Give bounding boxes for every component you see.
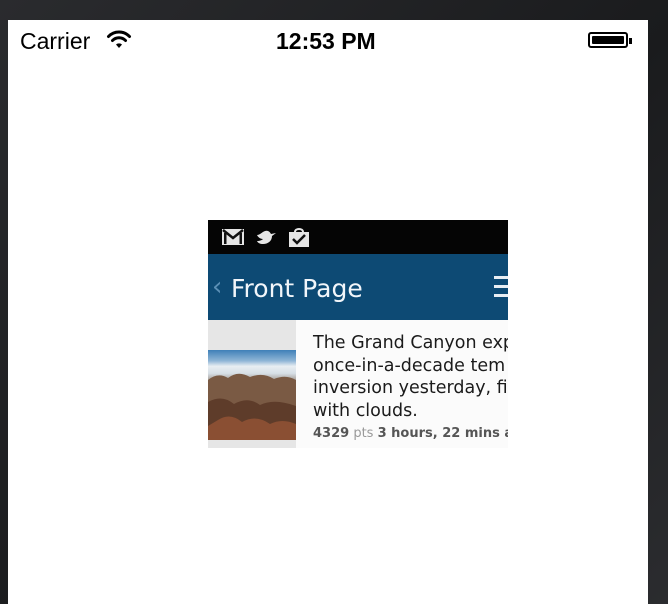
points-label: pts bbox=[353, 426, 374, 441]
headline-line: inversion yesterday, fill bbox=[313, 378, 508, 398]
story-age: 3 hours, 22 mins ag bbox=[377, 426, 508, 441]
thumbnail-column bbox=[208, 320, 296, 448]
headline-line: with clouds. bbox=[313, 400, 418, 421]
story-thumbnail[interactable] bbox=[208, 350, 296, 440]
wifi-icon bbox=[107, 30, 131, 48]
gmail-icon bbox=[222, 229, 244, 245]
embedded-app-screenshot: ‹ Front Page The Grand Canyon exp once-i… bbox=[208, 220, 508, 448]
hamburger-menu-icon[interactable] bbox=[494, 276, 508, 298]
truncated-next-line bbox=[313, 446, 508, 448]
ios-simulator-screen: Carrier 12:53 PM ‹ Front Page The Grand … bbox=[8, 20, 648, 604]
ios-status-bar: Carrier 12:53 PM bbox=[8, 20, 648, 60]
clock-time: 12:53 PM bbox=[276, 28, 376, 54]
canyon-rocks-shape bbox=[208, 373, 296, 440]
headline-line: once-in-a-decade tem bbox=[313, 355, 506, 376]
headline-line: The Grand Canyon exp bbox=[313, 333, 508, 353]
app-title: Front Page bbox=[231, 274, 363, 303]
shopping-bag-check-icon bbox=[289, 228, 309, 247]
points-count: 4329 bbox=[313, 426, 350, 441]
story-list-item[interactable]: The Grand Canyon exp once-in-a-decade te… bbox=[208, 320, 508, 448]
carrier-label: Carrier bbox=[20, 28, 91, 54]
android-status-bar bbox=[208, 220, 508, 254]
battery-icon bbox=[588, 32, 632, 48]
battery-nub bbox=[629, 38, 632, 44]
bird-icon bbox=[257, 230, 276, 244]
battery-fill bbox=[592, 36, 624, 44]
story-headline[interactable]: The Grand Canyon exp once-in-a-decade te… bbox=[313, 332, 508, 422]
chevron-left-icon[interactable]: ‹ bbox=[212, 272, 222, 302]
app-action-bar: ‹ Front Page bbox=[208, 254, 508, 320]
story-meta: 4329 pts 3 hours, 22 mins ag bbox=[313, 426, 508, 441]
